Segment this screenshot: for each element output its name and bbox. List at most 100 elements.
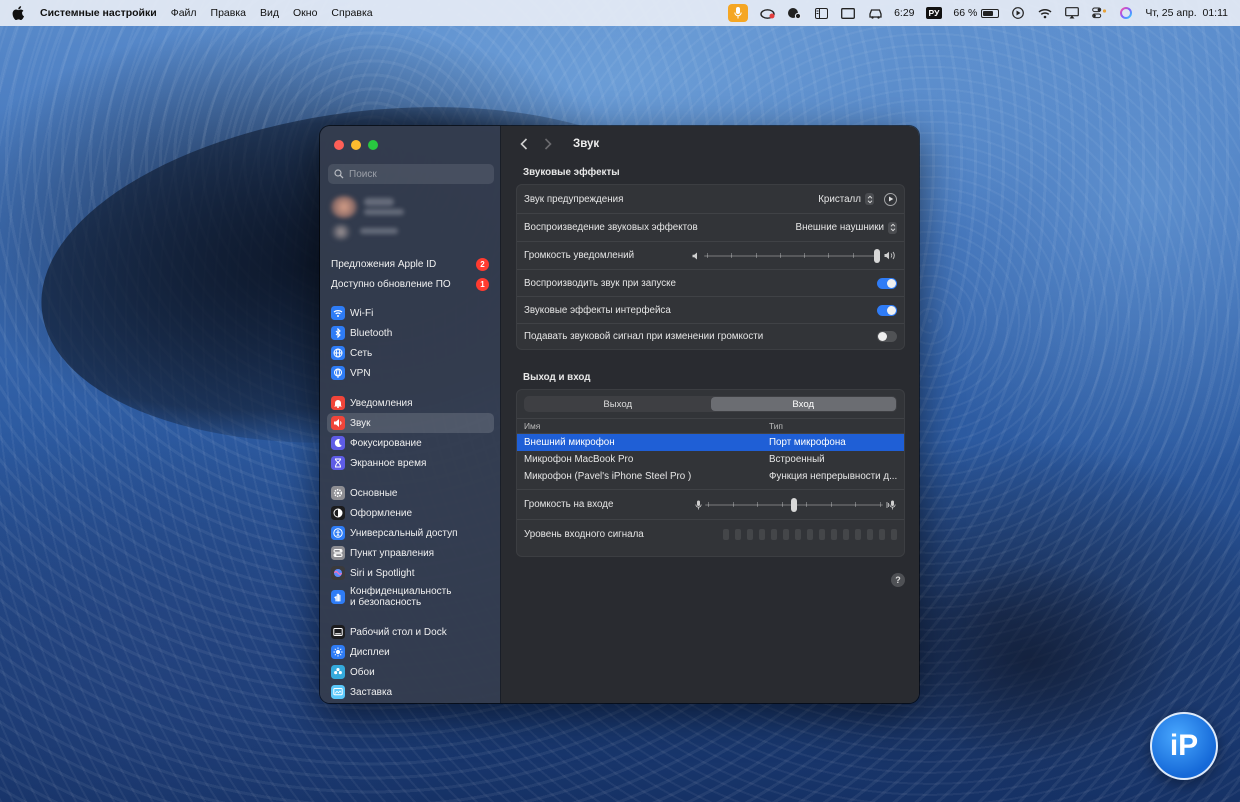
alert-volume-slider[interactable] [704,248,880,263]
sidebar-item-siri[interactable]: Siri и Spotlight [327,563,494,583]
sidebar-alert-software-update[interactable]: Доступно обновление ПО 1 [320,274,501,294]
slider-thumb[interactable] [874,248,880,263]
device-row[interactable]: Микрофон MacBook Pro Встроенный [517,451,904,468]
column-header-name[interactable]: Имя [517,421,769,431]
volume-feedback-toggle[interactable] [877,331,897,342]
control-center-icon[interactable] [1091,6,1107,20]
up-down-chevron-icon [888,221,897,234]
startup-sound-toggle[interactable] [877,277,897,289]
sidebar-item-moon[interactable]: Фокусирование [327,433,494,453]
tab-input[interactable]: Вход [710,397,896,411]
microphone-high-icon [886,500,896,509]
alert-sound-popup[interactable]: Кристалл [818,192,897,206]
input-level-meter [723,529,897,540]
back-button[interactable] [517,137,531,151]
sidebar-item-hourglass[interactable]: Экранное время [327,453,494,473]
play-sound-button[interactable] [884,192,897,206]
tab-output[interactable]: Выход [525,397,711,411]
apple-logo-icon[interactable] [12,6,26,20]
display-icon[interactable] [840,6,856,20]
apple-id-profile-blurred[interactable] [330,194,490,246]
device-name: Микрофон MacBook Pro [524,454,634,465]
row-alert-volume: Громкость уведомлений [517,241,904,269]
speaker-icon [331,416,345,430]
sidebar-menu-icon[interactable] [813,6,829,20]
level-segment [747,529,753,540]
search-input[interactable] [349,168,479,180]
device-name: Микрофон (Pavel's iPhone Steel Pro ) [524,471,692,482]
help-button[interactable]: ? [891,573,905,587]
sidebar-item-label: Wi-Fi [350,307,374,319]
zoom-button[interactable] [368,140,378,150]
sidebar-search[interactable] [328,164,494,184]
device-row[interactable]: Микрофон (Pavel's iPhone Steel Pro ) Функ… [517,468,904,485]
slider-tick [852,252,854,258]
sidebar-item-vpn-globe[interactable]: VPN [327,363,494,383]
startup-sound-label: Воспроизводить звук при запуске [524,277,676,289]
device-row[interactable]: Внешний микрофон Порт микрофона [517,434,904,451]
sidebar-item-appearance[interactable]: Оформление [327,503,494,523]
microphone-active-icon[interactable] [728,4,749,22]
sidebar-item-flower[interactable]: Обои [327,662,494,682]
ui-sound-effects-toggle[interactable] [877,304,897,316]
sidebar-item-hand[interactable]: Конфиденциальность и безопасность [327,583,494,611]
row-input-volume: Громкость на входе [517,489,904,519]
battery-status[interactable]: 66 % [953,7,1000,19]
hourglass-icon [331,456,345,470]
level-segment [759,529,765,540]
sidebar-alert-apple-id[interactable]: Предложения Apple ID 2 [320,254,501,274]
menubar-time-short[interactable]: 6:29 [894,7,914,19]
sidebar-item-label: Siri и Spotlight [350,567,415,579]
flower-icon [331,665,345,679]
screen-mirroring-icon[interactable] [1064,6,1080,20]
avatar [330,196,358,218]
menu-help[interactable]: Справка [331,7,372,19]
forward-button[interactable] [541,137,555,151]
column-header-type[interactable]: Тип [769,421,904,431]
creative-cloud-icon[interactable] [759,6,775,20]
menu-edit[interactable]: Правка [211,7,246,19]
playback-device-popup[interactable]: Внешние наушники [795,221,897,234]
wifi-icon[interactable] [1037,6,1053,20]
menubar-datetime[interactable]: Чт, 25 апр. 01:11 [1145,7,1228,19]
sidebar-group-notifications: Уведомления Звук Фокусирование Экранное вре… [320,393,501,473]
play-icon[interactable] [1010,6,1026,20]
sidebar-item-dock[interactable]: Рабочий стол и Dock [327,622,494,642]
sidebar-item-speaker[interactable]: Звук [327,413,494,433]
sidebar-item-bell[interactable]: Уведомления [327,393,494,413]
sidebar-item-globe[interactable]: Сеть [327,343,494,363]
notification-badge: 2 [476,257,489,271]
siri-icon[interactable] [1118,6,1134,20]
sidebar-item-gear[interactable]: Основные [327,483,494,503]
menu-app-name[interactable]: Системные настройки [40,7,157,19]
play-icon [888,196,893,202]
sidebar-group-network: Wi-Fi Bluetooth Сеть VPN [320,303,501,383]
car-play-icon[interactable] [867,6,883,20]
sidebar-item-sun[interactable]: Дисплеи [327,642,494,662]
playback-device-value: Внешние наушники [795,222,884,233]
menu-file[interactable]: Файл [171,7,197,19]
menu-window[interactable]: Окно [293,7,317,19]
input-volume-slider[interactable] [705,497,883,512]
sidebar-item-label: Фокусирование [350,437,422,449]
globe-icon [331,346,345,360]
sidebar-item-bluetooth[interactable]: Bluetooth [327,323,494,343]
minimize-button[interactable] [351,140,361,150]
level-segment [783,529,789,540]
screen-record-icon[interactable] [786,6,802,20]
sidebar-item-control-center[interactable]: Пункт управления [327,543,494,563]
menu-view[interactable]: Вид [260,7,279,19]
slider-thumb[interactable] [791,497,797,512]
slider-tick [830,501,832,507]
chevron-right-icon [544,138,552,150]
sidebar-item-accessibility[interactable]: Универсальный доступ [327,523,494,543]
sidebar-item-screensaver[interactable]: Заставка [327,682,494,702]
speaker-high-icon [884,251,895,260]
battery-icon [981,8,1000,18]
toolbar: Звук [501,126,919,162]
sidebar-item-wifi[interactable]: Wi-Fi [327,303,494,323]
close-button[interactable] [334,140,344,150]
keyboard-layout-icon[interactable]: РУ [925,7,943,19]
accessibility-icon [331,526,345,540]
sidebar-item-label: Bluetooth [350,327,393,339]
